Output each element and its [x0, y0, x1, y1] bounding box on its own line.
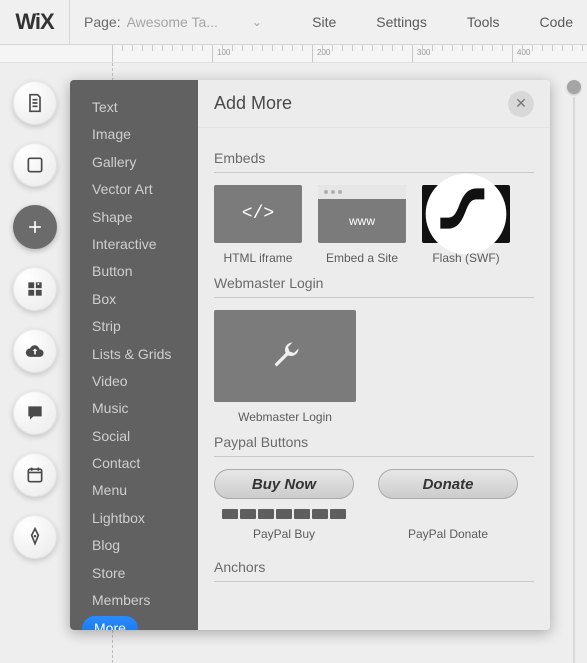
page-label: Page:	[84, 14, 121, 30]
category-vector-art[interactable]: Vector Art	[70, 176, 198, 203]
wrench-icon	[267, 338, 303, 374]
top-menu: Site Settings Tools Code	[312, 14, 587, 30]
rail-pen-icon[interactable]	[13, 515, 57, 559]
category-lists-grids[interactable]: Lists & Grids	[70, 341, 198, 368]
left-rail	[0, 63, 70, 559]
menu-code[interactable]: Code	[540, 14, 573, 30]
category-lightbox[interactable]: Lightbox	[70, 505, 198, 532]
webmaster-login-label: Webmaster Login	[214, 410, 356, 424]
paypal-buy[interactable]: Buy Now PayPal Buy	[214, 469, 354, 541]
embed-label: Flash (SWF)	[432, 251, 499, 265]
page-name: Awesome Ta...	[127, 14, 218, 30]
category-button[interactable]: Button	[70, 258, 198, 285]
scroll-thumb[interactable]	[567, 80, 581, 94]
category-social[interactable]: Social	[70, 423, 198, 450]
category-store[interactable]: Store	[70, 560, 198, 587]
wix-logo: WiX	[0, 0, 70, 45]
embeds-row: </> HTML iframe www Embed a Site Flash (…	[214, 185, 534, 265]
category-strip[interactable]: Strip	[70, 313, 198, 340]
menu-settings[interactable]: Settings	[376, 14, 427, 30]
add-panel-categories: TextImageGalleryVector ArtShapeInteracti…	[70, 80, 198, 630]
category-box[interactable]: Box	[70, 286, 198, 313]
embed-flash[interactable]: Flash (SWF)	[422, 185, 510, 265]
category-gallery[interactable]: Gallery	[70, 149, 198, 176]
browser-icon: www	[318, 185, 406, 243]
card-icons	[222, 509, 346, 519]
paypal-donate-label: PayPal Donate	[408, 527, 488, 541]
category-image[interactable]: Image	[70, 121, 198, 148]
chevron-down-icon: ⌄	[252, 15, 262, 29]
rail-section-icon[interactable]	[13, 143, 57, 187]
add-panel-body: Embeds </> HTML iframe www Embed a Site	[198, 128, 550, 630]
rail-upload-icon[interactable]	[13, 329, 57, 373]
rail-chat-icon[interactable]	[13, 391, 57, 435]
category-music[interactable]: Music	[70, 395, 198, 422]
embed-label: HTML iframe	[224, 251, 293, 265]
category-menu[interactable]: Menu	[70, 477, 198, 504]
rail-page-icon[interactable]	[13, 81, 57, 125]
category-video[interactable]: Video	[70, 368, 198, 395]
paypal-buy-label: PayPal Buy	[253, 527, 315, 541]
category-interactive[interactable]: Interactive	[70, 231, 198, 258]
flash-icon	[422, 185, 510, 243]
embed-site[interactable]: www Embed a Site	[318, 185, 406, 265]
rail-calendar-icon[interactable]	[13, 453, 57, 497]
scroll-track	[573, 97, 575, 663]
webmaster-login-tile[interactable]	[214, 310, 356, 402]
menu-tools[interactable]: Tools	[467, 14, 500, 30]
section-paypal-title: Paypal Buttons	[214, 434, 534, 457]
category-contact[interactable]: Contact	[70, 450, 198, 477]
rail-add-icon[interactable]	[13, 205, 57, 249]
donate-button[interactable]: Donate	[378, 469, 518, 499]
top-bar: WiX Page: Awesome Ta... ⌄ Site Settings …	[0, 0, 587, 45]
paypal-row: Buy Now PayPal Buy Donate PayPal Donate	[214, 469, 534, 541]
embed-html-iframe[interactable]: </> HTML iframe	[214, 185, 302, 265]
category-more[interactable]: More	[82, 616, 138, 630]
ruler	[0, 45, 587, 63]
close-icon[interactable]: ✕	[508, 91, 534, 117]
section-anchors-title: Anchors	[214, 559, 534, 582]
code-icon: </>	[214, 185, 302, 243]
add-panel-title: Add More	[214, 93, 292, 114]
category-blog[interactable]: Blog	[70, 532, 198, 559]
category-members[interactable]: Members	[70, 587, 198, 614]
menu-site[interactable]: Site	[312, 14, 336, 30]
add-panel: TextImageGalleryVector ArtShapeInteracti…	[70, 80, 550, 630]
category-text[interactable]: Text	[70, 94, 198, 121]
buy-now-button[interactable]: Buy Now	[214, 469, 354, 499]
category-shape[interactable]: Shape	[70, 204, 198, 231]
add-panel-main: Add More ✕ Embeds </> HTML iframe www Em…	[198, 80, 550, 630]
add-panel-header: Add More ✕	[198, 80, 550, 128]
rail-apps-icon[interactable]	[13, 267, 57, 311]
section-webmaster-title: Webmaster Login	[214, 275, 534, 298]
page-selector[interactable]: Page: Awesome Ta... ⌄	[70, 14, 276, 30]
embed-label: Embed a Site	[326, 251, 398, 265]
paypal-donate[interactable]: Donate PayPal Donate	[378, 469, 518, 541]
